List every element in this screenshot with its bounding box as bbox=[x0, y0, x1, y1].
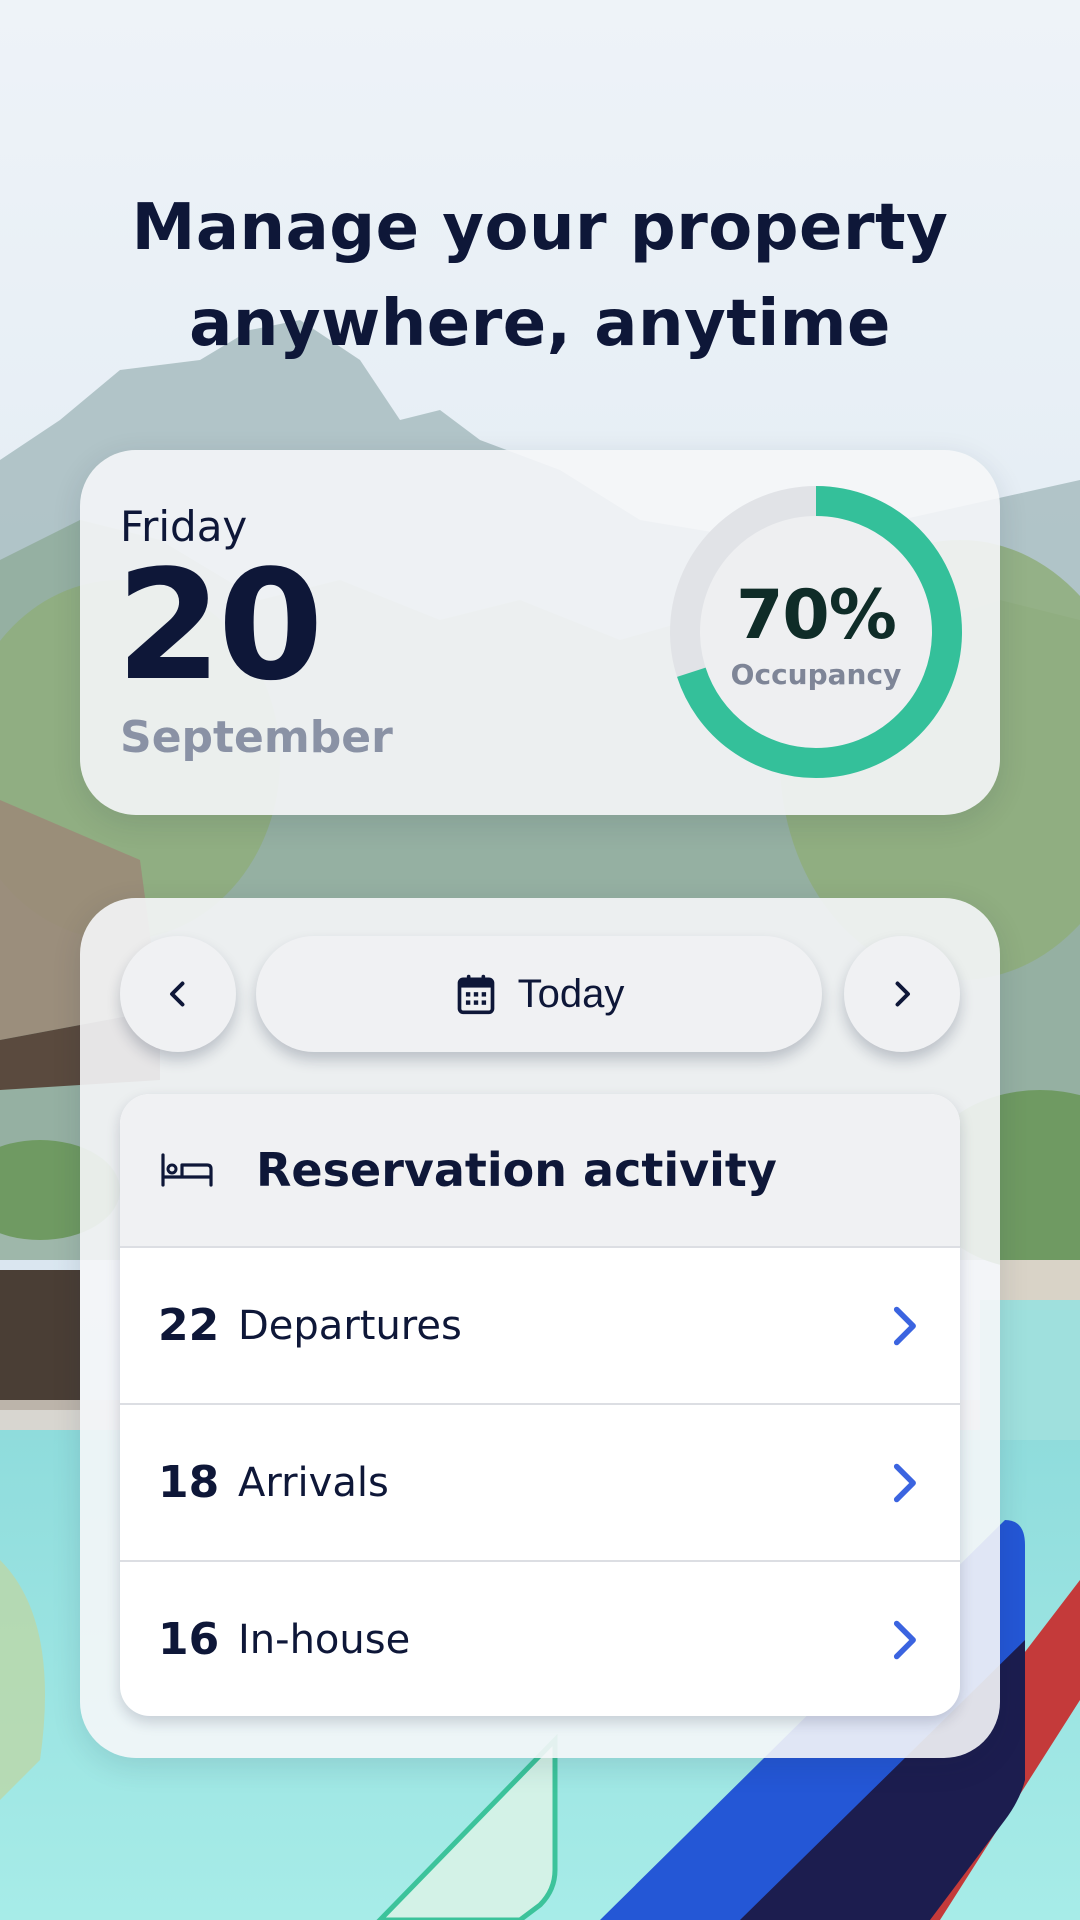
occupancy-value: 70% bbox=[736, 576, 897, 655]
arrivals-label: Arrivals bbox=[238, 1459, 389, 1506]
date-occupancy-card: Friday 20 September 70% Occupancy bbox=[80, 450, 1000, 815]
next-day-button[interactable] bbox=[844, 936, 960, 1052]
occupancy-label: Occupancy bbox=[730, 658, 902, 691]
in-house-label: In-house bbox=[238, 1616, 411, 1663]
headline-line-2: anywhere, anytime bbox=[189, 287, 891, 361]
departures-count: 22 bbox=[158, 1300, 220, 1351]
reservation-activity-panel: Reservation activity 22 Departures 18 Ar… bbox=[120, 1094, 960, 1716]
activity-row-in-house[interactable]: 16 In-house bbox=[120, 1560, 960, 1716]
calendar-icon bbox=[457, 974, 494, 1015]
headline-line-1: Manage your property bbox=[131, 191, 949, 265]
previous-day-button[interactable] bbox=[120, 936, 236, 1052]
month-label: September bbox=[120, 712, 393, 763]
reservation-activity-card: Today Reservation activity 22 Departures… bbox=[80, 898, 1000, 1758]
activity-row-arrivals[interactable]: 18 Arrivals bbox=[120, 1403, 960, 1560]
occupancy-gauge: 70% Occupancy bbox=[670, 486, 962, 778]
chevron-left-icon bbox=[170, 981, 185, 1007]
day-number: 20 bbox=[116, 537, 324, 714]
departures-label: Departures bbox=[238, 1302, 462, 1349]
chevron-right-icon bbox=[893, 1463, 916, 1502]
today-button[interactable]: Today bbox=[256, 936, 822, 1052]
today-label: Today bbox=[517, 971, 625, 1016]
arrivals-count: 18 bbox=[158, 1457, 220, 1508]
reservation-activity-title: Reservation activity bbox=[256, 1143, 777, 1197]
chevron-right-icon bbox=[893, 1620, 916, 1659]
activity-row-departures[interactable]: 22 Departures bbox=[120, 1246, 960, 1403]
reservation-activity-header: Reservation activity bbox=[120, 1094, 960, 1246]
bed-icon bbox=[161, 1153, 213, 1187]
in-house-count: 16 bbox=[158, 1614, 220, 1665]
chevron-right-icon bbox=[893, 1306, 916, 1345]
headline: Manage your property anywhere, anytime bbox=[0, 180, 1080, 372]
chevron-right-icon bbox=[895, 981, 910, 1007]
